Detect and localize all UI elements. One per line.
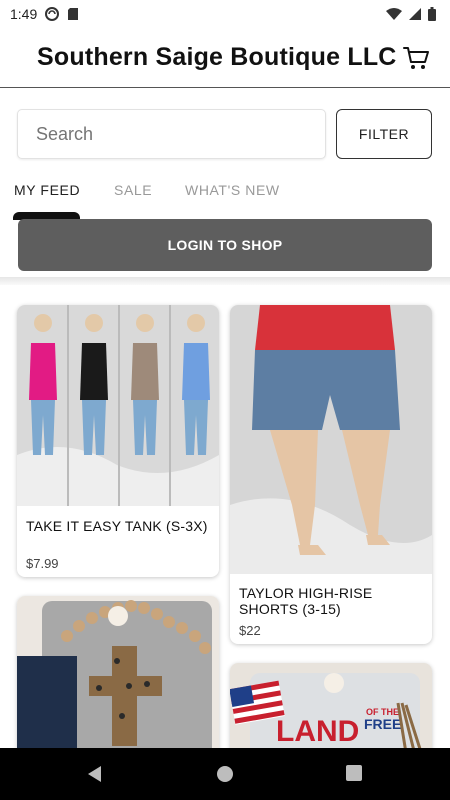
signal-icon <box>409 8 421 20</box>
cart-icon[interactable] <box>402 44 430 72</box>
product-image <box>17 305 219 506</box>
sd-card-icon <box>68 8 79 20</box>
status-right <box>386 7 436 21</box>
tab-whats-new[interactable]: WHAT'S NEW <box>185 182 280 198</box>
app-header: Southern Saige Boutique LLC <box>0 28 450 88</box>
product-card[interactable] <box>17 596 219 766</box>
product-price: $22 <box>239 623 261 638</box>
filter-button[interactable]: FILTER <box>336 109 432 159</box>
tab-my-feed[interactable]: MY FEED <box>14 182 80 198</box>
sync-icon <box>45 7 60 21</box>
system-nav-bar <box>0 748 450 800</box>
search-input[interactable] <box>17 109 326 159</box>
status-time: 1:49 <box>10 6 38 22</box>
product-image <box>17 596 219 766</box>
product-title: TAKE IT EASY TANK (S-3X) <box>26 518 208 534</box>
product-title: TAYLOR HIGH-RISE SHORTS (3-15) <box>239 585 373 617</box>
home-icon[interactable] <box>216 765 234 783</box>
graphic-text-free: FREE <box>364 716 401 732</box>
status-bar: 1:49 <box>0 0 450 28</box>
section-divider <box>0 277 450 285</box>
app-title: Southern Saige Boutique LLC <box>37 43 397 71</box>
product-price: $7.99 <box>26 556 59 571</box>
status-left: 1:49 <box>10 6 79 22</box>
battery-icon <box>428 7 436 21</box>
product-card[interactable]: TAKE IT EASY TANK (S-3X) $7.99 <box>17 305 219 577</box>
login-to-shop-button[interactable]: LOGIN TO SHOP <box>18 219 432 271</box>
feed-tabs: MY FEED SALE WHAT'S NEW <box>0 176 450 216</box>
wifi-icon <box>386 8 402 20</box>
product-card[interactable]: TAYLOR HIGH-RISE SHORTS (3-15) $22 <box>230 305 432 644</box>
back-icon[interactable] <box>86 765 104 783</box>
graphic-text-land: LAND <box>276 715 359 748</box>
product-image <box>230 305 432 574</box>
tab-sale[interactable]: SALE <box>114 182 152 198</box>
recents-icon[interactable] <box>346 765 362 781</box>
